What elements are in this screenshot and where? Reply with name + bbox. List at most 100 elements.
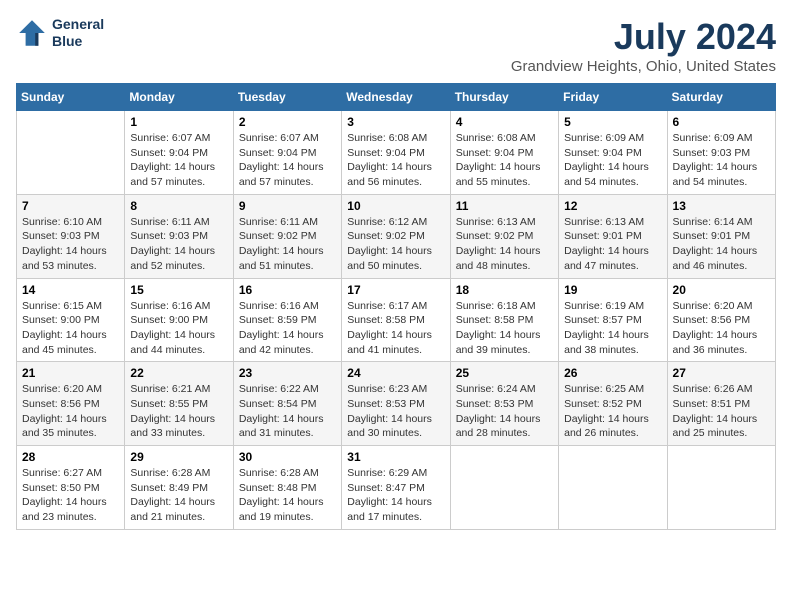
day-number: 10 bbox=[347, 199, 444, 213]
day-number: 31 bbox=[347, 450, 444, 464]
calendar-cell: 8 Sunrise: 6:11 AMSunset: 9:03 PMDaylight… bbox=[125, 194, 233, 278]
day-info: Sunrise: 6:26 AMSunset: 8:51 PMDaylight:… bbox=[673, 382, 770, 441]
day-number: 24 bbox=[347, 366, 444, 380]
day-number: 18 bbox=[456, 283, 553, 297]
calendar-cell: 16 Sunrise: 6:16 AMSunset: 8:59 PMDayligh… bbox=[233, 278, 341, 362]
logo-text: General Blue bbox=[52, 16, 104, 50]
calendar-cell: 29 Sunrise: 6:28 AMSunset: 8:49 PMDayligh… bbox=[125, 446, 233, 530]
day-info: Sunrise: 6:21 AMSunset: 8:55 PMDaylight:… bbox=[130, 382, 227, 441]
day-number: 11 bbox=[456, 199, 553, 213]
calendar-cell: 6 Sunrise: 6:09 AMSunset: 9:03 PMDaylight… bbox=[667, 111, 775, 195]
day-info: Sunrise: 6:25 AMSunset: 8:52 PMDaylight:… bbox=[564, 382, 661, 441]
calendar-cell: 22 Sunrise: 6:21 AMSunset: 8:55 PMDayligh… bbox=[125, 362, 233, 446]
day-number: 1 bbox=[130, 115, 227, 129]
day-info: Sunrise: 6:10 AMSunset: 9:03 PMDaylight:… bbox=[22, 215, 119, 274]
day-number: 25 bbox=[456, 366, 553, 380]
column-header-tuesday: Tuesday bbox=[233, 84, 341, 111]
day-number: 22 bbox=[130, 366, 227, 380]
day-number: 4 bbox=[456, 115, 553, 129]
day-info: Sunrise: 6:20 AMSunset: 8:56 PMDaylight:… bbox=[673, 299, 770, 358]
column-header-wednesday: Wednesday bbox=[342, 84, 450, 111]
calendar-cell bbox=[17, 111, 125, 195]
week-row-1: 1 Sunrise: 6:07 AMSunset: 9:04 PMDaylight… bbox=[17, 111, 776, 195]
day-info: Sunrise: 6:15 AMSunset: 9:00 PMDaylight:… bbox=[22, 299, 119, 358]
day-info: Sunrise: 6:08 AMSunset: 9:04 PMDaylight:… bbox=[456, 131, 553, 190]
calendar-cell: 26Sunrise: 6:25 AMSunset: 8:52 PMDayligh… bbox=[559, 362, 667, 446]
day-number: 12 bbox=[564, 199, 661, 213]
calendar-cell: 4 Sunrise: 6:08 AMSunset: 9:04 PMDaylight… bbox=[450, 111, 558, 195]
day-number: 14 bbox=[22, 283, 119, 297]
day-info: Sunrise: 6:23 AMSunset: 8:53 PMDaylight:… bbox=[347, 382, 444, 441]
calendar-cell: 9 Sunrise: 6:11 AMSunset: 9:02 PMDaylight… bbox=[233, 194, 341, 278]
main-title: July 2024 bbox=[511, 16, 776, 58]
week-row-5: 28 Sunrise: 6:27 AMSunset: 8:50 PMDayligh… bbox=[17, 446, 776, 530]
logo: General Blue bbox=[16, 16, 104, 50]
day-info: Sunrise: 6:22 AMSunset: 8:54 PMDaylight:… bbox=[239, 382, 336, 441]
day-info: Sunrise: 6:24 AMSunset: 8:53 PMDaylight:… bbox=[456, 382, 553, 441]
day-number: 3 bbox=[347, 115, 444, 129]
header-row: SundayMondayTuesdayWednesdayThursdayFrid… bbox=[17, 84, 776, 111]
day-info: Sunrise: 6:13 AMSunset: 9:01 PMDaylight:… bbox=[564, 215, 661, 274]
calendar-cell bbox=[667, 446, 775, 530]
calendar-cell: 18Sunrise: 6:18 AMSunset: 8:58 PMDayligh… bbox=[450, 278, 558, 362]
day-number: 6 bbox=[673, 115, 770, 129]
week-row-4: 21 Sunrise: 6:20 AMSunset: 8:56 PMDayligh… bbox=[17, 362, 776, 446]
page-header: General Blue July 2024 Grandview Heights… bbox=[16, 16, 776, 75]
day-info: Sunrise: 6:16 AMSunset: 8:59 PMDaylight:… bbox=[239, 299, 336, 358]
calendar-cell: 13Sunrise: 6:14 AMSunset: 9:01 PMDayligh… bbox=[667, 194, 775, 278]
calendar-cell: 24 Sunrise: 6:23 AMSunset: 8:53 PMDayligh… bbox=[342, 362, 450, 446]
calendar-cell: 25 Sunrise: 6:24 AMSunset: 8:53 PMDayligh… bbox=[450, 362, 558, 446]
calendar-table: SundayMondayTuesdayWednesdayThursdayFrid… bbox=[16, 83, 776, 530]
day-number: 9 bbox=[239, 199, 336, 213]
day-info: Sunrise: 6:27 AMSunset: 8:50 PMDaylight:… bbox=[22, 466, 119, 525]
day-number: 21 bbox=[22, 366, 119, 380]
day-info: Sunrise: 6:17 AMSunset: 8:58 PMDaylight:… bbox=[347, 299, 444, 358]
day-number: 19 bbox=[564, 283, 661, 297]
calendar-cell: 20 Sunrise: 6:20 AMSunset: 8:56 PMDayligh… bbox=[667, 278, 775, 362]
calendar-cell: 3 Sunrise: 6:08 AMSunset: 9:04 PMDaylight… bbox=[342, 111, 450, 195]
calendar-cell: 31 Sunrise: 6:29 AMSunset: 8:47 PMDayligh… bbox=[342, 446, 450, 530]
calendar-cell: 30Sunrise: 6:28 AMSunset: 8:48 PMDayligh… bbox=[233, 446, 341, 530]
day-info: Sunrise: 6:11 AMSunset: 9:02 PMDaylight:… bbox=[239, 215, 336, 274]
day-number: 27 bbox=[673, 366, 770, 380]
day-number: 5 bbox=[564, 115, 661, 129]
calendar-cell: 12 Sunrise: 6:13 AMSunset: 9:01 PMDayligh… bbox=[559, 194, 667, 278]
calendar-cell: 2 Sunrise: 6:07 AMSunset: 9:04 PMDaylight… bbox=[233, 111, 341, 195]
day-info: Sunrise: 6:20 AMSunset: 8:56 PMDaylight:… bbox=[22, 382, 119, 441]
day-number: 28 bbox=[22, 450, 119, 464]
day-number: 29 bbox=[130, 450, 227, 464]
day-info: Sunrise: 6:09 AMSunset: 9:03 PMDaylight:… bbox=[673, 131, 770, 190]
day-info: Sunrise: 6:28 AMSunset: 8:49 PMDaylight:… bbox=[130, 466, 227, 525]
day-number: 30 bbox=[239, 450, 336, 464]
day-info: Sunrise: 6:11 AMSunset: 9:03 PMDaylight:… bbox=[130, 215, 227, 274]
column-header-thursday: Thursday bbox=[450, 84, 558, 111]
column-header-monday: Monday bbox=[125, 84, 233, 111]
logo-icon bbox=[16, 17, 48, 49]
day-number: 7 bbox=[22, 199, 119, 213]
day-info: Sunrise: 6:07 AMSunset: 9:04 PMDaylight:… bbox=[239, 131, 336, 190]
day-info: Sunrise: 6:08 AMSunset: 9:04 PMDaylight:… bbox=[347, 131, 444, 190]
day-number: 17 bbox=[347, 283, 444, 297]
column-header-saturday: Saturday bbox=[667, 84, 775, 111]
day-info: Sunrise: 6:14 AMSunset: 9:01 PMDaylight:… bbox=[673, 215, 770, 274]
day-number: 2 bbox=[239, 115, 336, 129]
title-block: July 2024 Grandview Heights, Ohio, Unite… bbox=[511, 16, 776, 75]
calendar-cell: 5Sunrise: 6:09 AMSunset: 9:04 PMDaylight… bbox=[559, 111, 667, 195]
calendar-cell bbox=[559, 446, 667, 530]
day-info: Sunrise: 6:12 AMSunset: 9:02 PMDaylight:… bbox=[347, 215, 444, 274]
calendar-cell: 21 Sunrise: 6:20 AMSunset: 8:56 PMDayligh… bbox=[17, 362, 125, 446]
column-header-sunday: Sunday bbox=[17, 84, 125, 111]
day-info: Sunrise: 6:07 AMSunset: 9:04 PMDaylight:… bbox=[130, 131, 227, 190]
calendar-cell: 19 Sunrise: 6:19 AMSunset: 8:57 PMDayligh… bbox=[559, 278, 667, 362]
day-number: 16 bbox=[239, 283, 336, 297]
day-info: Sunrise: 6:19 AMSunset: 8:57 PMDaylight:… bbox=[564, 299, 661, 358]
day-number: 8 bbox=[130, 199, 227, 213]
day-number: 23 bbox=[239, 366, 336, 380]
day-info: Sunrise: 6:29 AMSunset: 8:47 PMDaylight:… bbox=[347, 466, 444, 525]
week-row-2: 7 Sunrise: 6:10 AMSunset: 9:03 PMDaylight… bbox=[17, 194, 776, 278]
day-number: 20 bbox=[673, 283, 770, 297]
calendar-cell bbox=[450, 446, 558, 530]
calendar-cell: 10 Sunrise: 6:12 AMSunset: 9:02 PMDayligh… bbox=[342, 194, 450, 278]
day-number: 15 bbox=[130, 283, 227, 297]
day-info: Sunrise: 6:13 AMSunset: 9:02 PMDaylight:… bbox=[456, 215, 553, 274]
